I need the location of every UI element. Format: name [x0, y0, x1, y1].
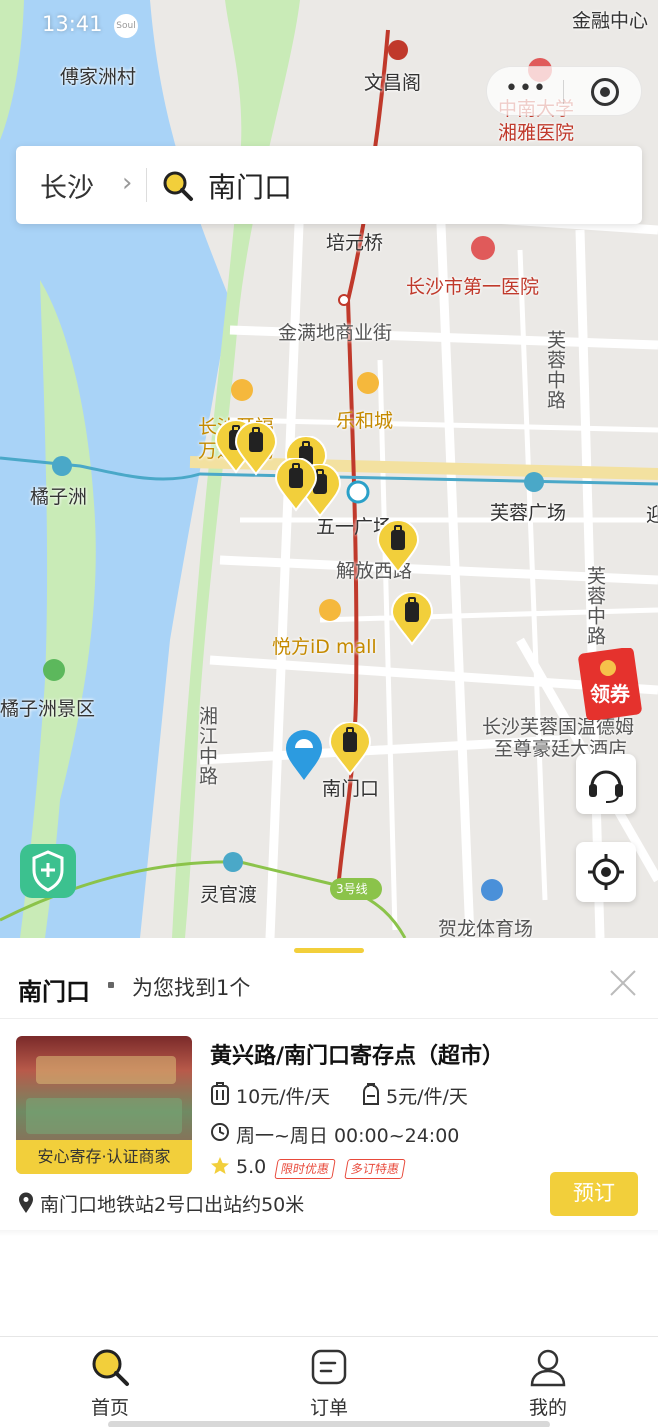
search-bar: 长沙 › 南门口	[16, 146, 642, 224]
clock-icon	[211, 1123, 229, 1141]
metro-line-badge: 3号线	[336, 882, 368, 896]
promo-tag: 多订特惠	[344, 1159, 406, 1179]
search-icon	[163, 171, 193, 201]
tab-profile[interactable]: 我的	[478, 1337, 618, 1421]
map-pin-icon	[19, 1192, 33, 1213]
sheet-drag-handle[interactable]	[294, 948, 364, 953]
home-indicator	[108, 1421, 550, 1427]
map-label: 金满地商业街	[278, 322, 393, 344]
certified-badge: 安心寄存·认证商家	[16, 1140, 192, 1174]
storage-pin[interactable]	[390, 592, 434, 646]
search-home-icon	[92, 1349, 129, 1386]
storage-card[interactable]: 安心寄存·认证商家 黄兴路/南门口寄存点（超市） 10元/件/天 5元/件/天	[0, 1020, 658, 1230]
map-label: 南门口	[322, 778, 380, 800]
more-dots-icon[interactable]: •••	[505, 78, 547, 100]
suitcase-icon	[211, 1082, 229, 1105]
tab-label: 首页	[90, 1397, 129, 1419]
results-count: 为您找到1个	[132, 976, 251, 1000]
map-label: 芙蓉中路	[544, 330, 566, 410]
city-selector[interactable]: 长沙	[40, 166, 94, 205]
coupon-button[interactable]: 领券	[578, 647, 642, 721]
map-label: 湘雅医院	[498, 122, 575, 144]
store-name: 黄兴路/南门口寄存点（超市）	[210, 1044, 505, 1069]
order-icon	[311, 1349, 347, 1385]
storage-pin[interactable]	[234, 422, 278, 476]
map-label: 橘子洲	[30, 486, 88, 508]
storage-pin[interactable]	[376, 520, 420, 574]
status-time: 13:41	[42, 12, 103, 36]
map-view[interactable]: 傅家洲村 文昌阁 中南大学 湘雅医院 金融中心 培元桥 长沙市第一医院 金满地商…	[0, 0, 658, 938]
star-icon	[211, 1157, 229, 1174]
map-label: 傅家洲村	[60, 66, 137, 88]
tab-home[interactable]: 首页	[40, 1337, 180, 1421]
shield-plus-icon	[32, 850, 64, 892]
storage-pin[interactable]	[274, 458, 318, 512]
close-icon[interactable]	[606, 966, 640, 1000]
backpack-icon	[363, 1083, 379, 1105]
book-button[interactable]: 预订	[550, 1172, 638, 1216]
storage-pin-selected[interactable]	[328, 722, 372, 776]
map-label: 文昌阁	[364, 72, 422, 94]
safety-button[interactable]	[20, 844, 76, 898]
results-sheet: 南门口 为您找到1个 安心寄存·认证商家 黄兴路/南门口寄存点（超市） 10元/…	[0, 938, 658, 1336]
map-label: 乐和城	[336, 410, 394, 432]
status-bar: 13:41 Soul	[0, 0, 658, 50]
soul-app-icon: Soul	[114, 14, 138, 38]
locate-icon	[588, 854, 624, 890]
map-label: 培元桥	[326, 232, 384, 254]
map-label: 灵官渡	[200, 884, 258, 906]
tab-label: 订单	[309, 1397, 348, 1419]
map-label: 芙蓉中路	[584, 566, 606, 646]
map-label: 悦方iD mall	[272, 636, 377, 658]
map-label: 贺龙体育场	[438, 918, 534, 938]
location-pin-icon	[286, 730, 322, 780]
results-location: 南门口	[18, 978, 90, 1006]
tab-label: 我的	[528, 1397, 567, 1419]
store-photo: 安心寄存·认证商家	[16, 1036, 192, 1174]
locate-button[interactable]	[576, 842, 636, 902]
tab-orders[interactable]: 订单	[259, 1337, 399, 1421]
record-icon[interactable]	[591, 78, 619, 106]
map-label: 湘江中路	[196, 706, 218, 786]
headset-icon	[589, 770, 623, 803]
rating-value: 5.0	[236, 1156, 267, 1178]
profile-icon	[530, 1349, 566, 1387]
promo-tag: 限时优惠	[274, 1159, 336, 1179]
map-label: 长沙市第一医院	[406, 276, 540, 298]
customer-service-button[interactable]	[576, 754, 636, 814]
map-label: 迎	[646, 504, 658, 526]
map-label: 芙蓉广场	[490, 502, 567, 524]
search-input[interactable]: 南门口	[208, 166, 292, 206]
tab-bar: 首页 订单 我的	[0, 1336, 658, 1427]
map-label: 橘子洲景区	[0, 698, 96, 720]
miniprogram-capsule: •••	[486, 66, 642, 116]
coupon-label: 领券	[590, 682, 630, 706]
chevron-right-icon: ›	[122, 168, 133, 198]
